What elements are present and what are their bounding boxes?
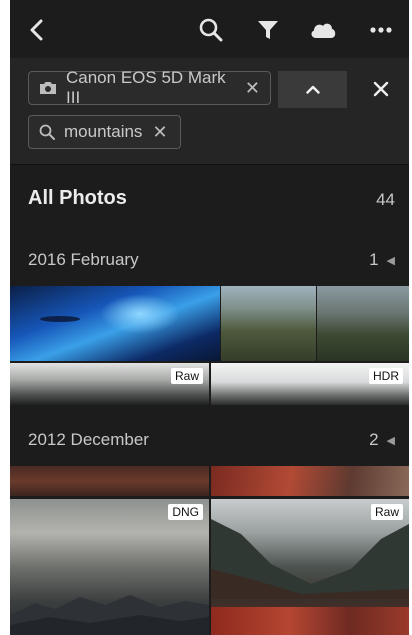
top-bar (10, 0, 409, 58)
search-icon[interactable] (198, 17, 224, 43)
hdr-badge: HDR (369, 368, 403, 384)
photo-thumbnail[interactable] (317, 286, 409, 361)
date-group-2-count[interactable]: 2 ◀ (369, 430, 395, 450)
remove-keyword-filter-icon[interactable]: ✕ (152, 123, 167, 141)
photo-thumbnail[interactable] (10, 286, 220, 361)
raw-badge: Raw (170, 368, 203, 384)
dng-badge: DNG (168, 504, 203, 520)
search-icon (39, 124, 55, 140)
all-photos-count: 44 (376, 190, 395, 209)
cloud-icon[interactable] (308, 17, 338, 43)
all-photos-title: All Photos (28, 187, 127, 209)
photo-thumbnail[interactable] (211, 466, 409, 496)
back-icon[interactable] (24, 17, 50, 43)
date-group-2-title[interactable]: 2012 December (28, 430, 149, 450)
filter-area: Canon EOS 5D Mark III ✕ mountains ✕ (10, 58, 409, 165)
remove-camera-filter-icon[interactable]: ✕ (245, 79, 260, 97)
photo-thumbnail[interactable]: HDR (211, 363, 409, 405)
filter-icon[interactable] (255, 17, 281, 43)
photo-thumbnail[interactable]: Raw (211, 499, 409, 635)
app-window: Canon EOS 5D Mark III ✕ mountains ✕ All … (10, 0, 409, 635)
photo-thumbnail[interactable]: Raw (10, 363, 209, 405)
date-group-1-count[interactable]: 1 ◀ (369, 250, 395, 270)
clear-filters-icon[interactable] (371, 79, 391, 99)
camera-icon (39, 81, 57, 95)
date-group-1-title[interactable]: 2016 February (28, 250, 139, 270)
photo-thumbnail[interactable] (221, 286, 316, 361)
photo-thumbnail[interactable]: DNG (10, 499, 209, 635)
chevron-up-icon (305, 85, 320, 94)
keyword-filter-label: mountains (64, 122, 143, 141)
collapse-caret-icon: ◀ (386, 255, 395, 268)
more-icon[interactable] (368, 17, 394, 43)
keyword-filter-chip[interactable]: mountains ✕ (28, 115, 181, 149)
camera-filter-chip[interactable]: Canon EOS 5D Mark III ✕ (28, 68, 271, 107)
collapse-caret-icon: ◀ (386, 435, 395, 448)
photo-thumbnail[interactable] (10, 466, 209, 496)
camera-filter-label: Canon EOS 5D Mark III (66, 68, 226, 107)
collapse-filters-button[interactable] (278, 71, 347, 108)
